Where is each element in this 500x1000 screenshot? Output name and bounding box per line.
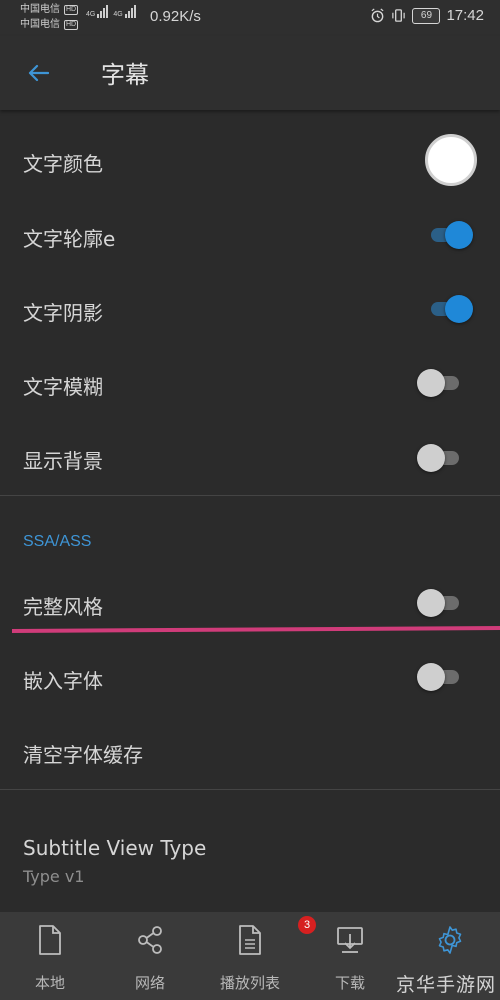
vibrate-icon: [392, 9, 406, 22]
hd-badge: HD: [64, 19, 79, 30]
nav-item-local[interactable]: 本地: [0, 912, 100, 1000]
section-divider: [0, 789, 500, 790]
nav-item-download[interactable]: 下载: [300, 912, 400, 1000]
clock: 17:42: [446, 7, 484, 24]
signal-icon: 4G: [113, 5, 136, 18]
full-style-toggle[interactable]: [417, 588, 465, 618]
file-icon: [39, 925, 61, 955]
signal-icon: 4G: [86, 5, 109, 18]
setting-label: 文字轮廓e: [23, 227, 116, 251]
battery-indicator: 69: [412, 7, 441, 24]
alarm-icon: [371, 8, 384, 23]
nav-item-network[interactable]: 网络: [100, 912, 200, 1000]
setting-clear-font-cache[interactable]: 清空字体缓存: [0, 722, 500, 784]
nav-item-playlist[interactable]: 播放列表: [200, 912, 300, 1000]
network-speed: 0.92K/s: [150, 8, 201, 25]
playlist-icon: [239, 925, 261, 955]
setting-label: 文字模糊: [23, 375, 103, 399]
app-bar: 字幕: [0, 36, 500, 110]
subtitle-view-type-value: Type v1: [23, 867, 85, 886]
text-outline-toggle[interactable]: [425, 220, 473, 250]
carrier-1: 中国电信: [20, 4, 60, 15]
status-bar: 中国电信 HD 中国电信 HD 4G 4G 0.92K/s 69 17:42: [0, 0, 500, 36]
status-right: 69 17:42: [370, 7, 484, 24]
nav-label: 网络: [134, 974, 165, 992]
carrier-2: 中国电信: [20, 19, 60, 30]
embedded-fonts-toggle[interactable]: [417, 662, 465, 692]
setting-label: 显示背景: [23, 449, 103, 473]
subtitle-view-type-label: Subtitle View Type: [23, 836, 207, 860]
setting-label: 清空字体缓存: [23, 743, 143, 767]
gear-icon: [438, 926, 462, 954]
hd-badge: HD: [64, 4, 79, 15]
text-shadow-toggle[interactable]: [425, 294, 473, 324]
download-icon: [337, 927, 363, 953]
back-button[interactable]: [22, 58, 54, 88]
share-icon: [138, 926, 162, 954]
setting-label: 文字阴影: [23, 301, 103, 325]
setting-subtitle-view-type[interactable]: [0, 820, 500, 900]
signal-icons: 4G 4G: [86, 5, 136, 18]
carrier-info: 中国电信 HD 中国电信 HD: [20, 2, 79, 32]
nav-label: 播放列表: [219, 974, 280, 992]
section-header-ssa: SSA/ASS: [23, 533, 92, 550]
watermark: 京华手游网: [395, 974, 496, 996]
text-blur-toggle[interactable]: [417, 368, 465, 398]
nav-label: 下载: [334, 974, 365, 992]
nav-label: 本地: [34, 974, 65, 992]
show-background-toggle[interactable]: [417, 443, 465, 473]
page-title: 字幕: [101, 61, 149, 89]
setting-label: 嵌入字体: [23, 669, 103, 693]
setting-label: 文字颜色: [23, 152, 103, 176]
section-divider: [0, 495, 500, 496]
arrow-left-icon: [28, 64, 49, 82]
setting-label: 完整风格: [23, 595, 103, 619]
text-color-swatch[interactable]: [425, 134, 477, 186]
